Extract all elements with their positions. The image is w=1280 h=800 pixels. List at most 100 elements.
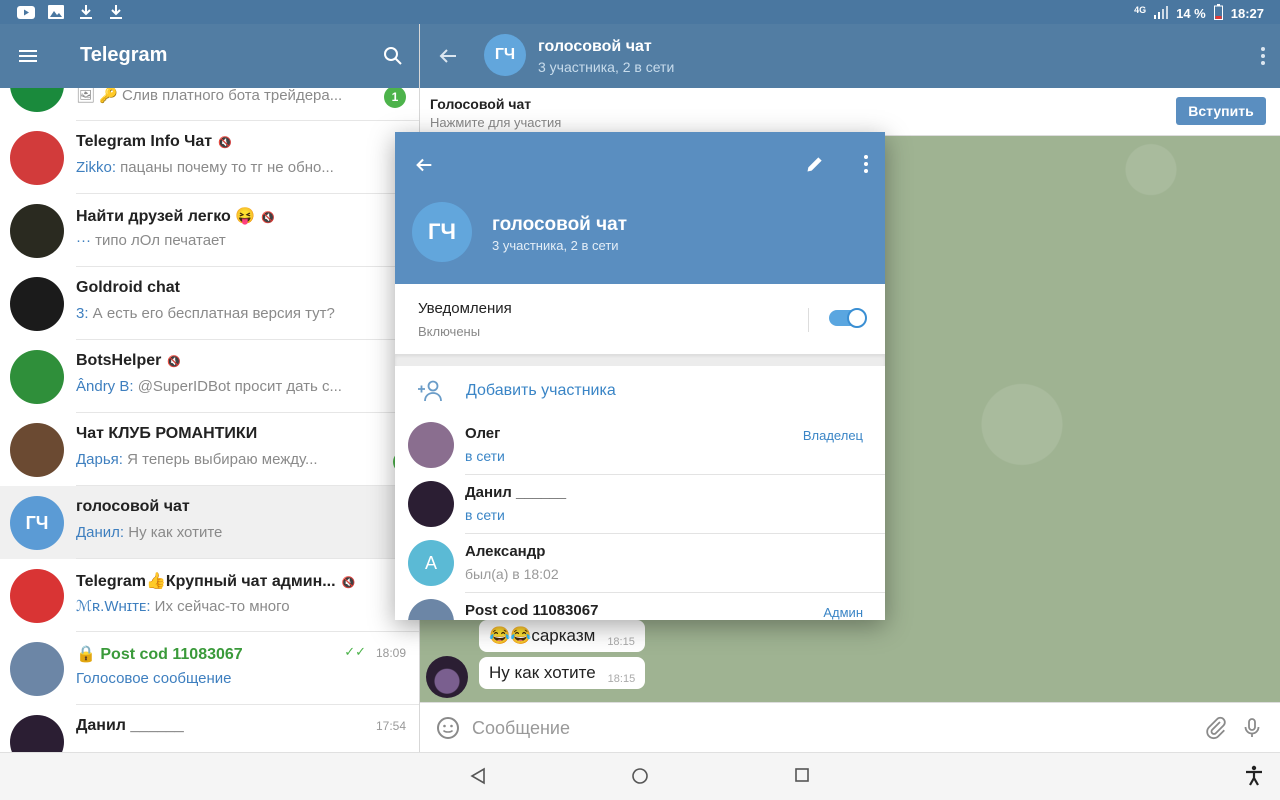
search-icon[interactable]: [381, 44, 405, 73]
chat-list-item[interactable]: Данил ______ 17:54: [0, 705, 419, 752]
message-time: 18:15: [607, 673, 636, 685]
chat-name-text: Данил ______: [76, 717, 184, 734]
chat-name: голосовой чат: [76, 498, 190, 516]
unread-badge: 1: [384, 88, 406, 108]
attach-icon[interactable]: [1204, 716, 1228, 745]
avatar[interactable]: [10, 277, 64, 331]
preview-text: Голосовое сообщение: [76, 670, 232, 687]
avatar[interactable]: [10, 131, 64, 185]
back-nav-icon[interactable]: [470, 767, 486, 790]
member-status: в сети: [465, 448, 505, 464]
muted-icon: 🔇: [167, 356, 182, 368]
section-divider: [395, 354, 885, 366]
member-role: Админ: [823, 605, 863, 620]
notifications-label: Уведомления: [418, 300, 512, 317]
message-bubble[interactable]: Ну как хотите 18:15: [479, 657, 646, 689]
add-member-button[interactable]: Добавить участника: [395, 366, 885, 416]
avatar[interactable]: [10, 88, 64, 112]
status-bar: 4G 14 % 18:27: [0, 0, 1280, 24]
recents-nav-icon[interactable]: [794, 767, 810, 788]
chat-list-item[interactable]: 🖼 🔑 Слив платного бота трейдера... 1: [0, 88, 419, 121]
avatar[interactable]: [10, 350, 64, 404]
muted-icon: 🔇: [261, 212, 275, 224]
muted-icon: 🔇: [341, 577, 356, 589]
battery-icon: [1213, 4, 1223, 23]
preview-sender: ℳʀ.Wʜɪᴛᴇ:: [76, 598, 151, 615]
message-time: 18:15: [607, 636, 635, 648]
group-avatar[interactable]: ГЧ: [412, 202, 472, 262]
chat-list-item[interactable]: 🔒 Post cod 11083067 Голосовое сообщение 18…: [0, 632, 419, 705]
chat-avatar[interactable]: ГЧ: [484, 34, 526, 76]
emoji-icon[interactable]: [436, 716, 460, 745]
chat-list-item[interactable]: Telegram Info Чат 🔇 Zikko: пацаны почему т…: [0, 121, 419, 194]
member-avatar[interactable]: А: [408, 540, 454, 586]
member-avatar[interactable]: [408, 422, 454, 468]
chat-name-text: Telegram👍Крупный чат админ...: [76, 573, 336, 590]
more-options-icon[interactable]: [863, 154, 869, 179]
divider: [808, 308, 809, 332]
member-row[interactable]: Данил ______ в сети: [395, 475, 885, 534]
chat-list-panel: Telegram 🖼 🔑 Слив платного бота трейдера…: [0, 24, 420, 752]
more-options-icon[interactable]: [1260, 46, 1266, 71]
sender-avatar[interactable]: [426, 656, 468, 698]
accessibility-icon[interactable]: [1243, 765, 1265, 792]
preview-sender: Zikko:: [76, 159, 117, 176]
chat-list-item[interactable]: Чат КЛУБ РОМАНТИКИ Дарья: Я теперь выбира…: [0, 413, 419, 486]
home-nav-icon[interactable]: [631, 767, 649, 790]
avatar[interactable]: [10, 423, 64, 477]
member-row[interactable]: Олег в сети Владелец: [395, 416, 885, 475]
avatar[interactable]: [10, 642, 64, 696]
member-row[interactable]: Post cod 11083067 Админ: [395, 593, 885, 620]
preview-text: Их сейчас-то много: [150, 598, 290, 615]
group-title: голосовой чат: [492, 214, 628, 235]
chat-name-text: Goldroid chat: [76, 279, 180, 296]
message-bubble[interactable]: 😂😂сарказм 18:15: [479, 620, 645, 652]
microphone-icon[interactable]: [1240, 716, 1264, 745]
chat-list-item[interactable]: ГЧголосовой чатДанил: Ну как хотите18:1: [0, 486, 419, 559]
chat-preview: Данил: Ну как хотите: [76, 524, 366, 541]
chat-name-text: Telegram Info Чат: [76, 133, 213, 150]
download-icon: [76, 4, 96, 20]
avatar[interactable]: ГЧ: [10, 496, 64, 550]
member-avatar[interactable]: [408, 599, 454, 620]
voice-chat-title: Голосовой чат: [430, 96, 532, 112]
voice-chat-bar[interactable]: Голосовой чат Нажмите для участия Вступи…: [420, 88, 1280, 136]
member-name: Олег: [465, 425, 501, 442]
avatar[interactable]: [10, 569, 64, 623]
message-text: Ну как хотите: [489, 663, 596, 682]
download-icon: [106, 4, 126, 20]
chat-list-item[interactable]: Telegram👍Крупный чат админ... 🔇 ℳʀ.Wʜɪᴛᴇ: …: [0, 559, 419, 632]
back-arrow-icon[interactable]: [413, 154, 435, 181]
voice-chat-subtitle: Нажмите для участия: [430, 115, 562, 130]
chat-time: 18:09: [375, 646, 406, 660]
member-row[interactable]: А Александр был(а) в 18:02: [395, 534, 885, 593]
preview-sender: Данил:: [76, 524, 125, 541]
member-avatar[interactable]: [408, 481, 454, 527]
chat-name: Telegram Info Чат 🔇: [76, 133, 232, 151]
join-voice-chat-button[interactable]: Вступить: [1176, 97, 1266, 125]
hamburger-menu-icon[interactable]: [16, 44, 40, 73]
avatar[interactable]: [10, 204, 64, 258]
chat-time: 17:54: [375, 719, 406, 733]
back-arrow-icon[interactable]: [436, 44, 460, 73]
system-navigation-bar: [0, 752, 1280, 800]
youtube-icon: [16, 4, 36, 20]
muted-icon: 🔇: [218, 137, 232, 149]
group-info-dialog: ГЧ голосовой чат 3 участника, 2 в сети У…: [395, 132, 885, 620]
avatar[interactable]: [10, 715, 64, 752]
chat-name: 🔒 Post cod 11083067: [76, 644, 243, 664]
chat-list-item[interactable]: Найти друзей легко 😝 🔇 ··· типо лОл печата…: [0, 194, 419, 267]
chat-name: Goldroid chat: [76, 279, 180, 297]
preview-sender: 3:: [76, 305, 89, 322]
chat-title[interactable]: голосовой чат: [538, 38, 652, 56]
message-input[interactable]: Сообщение: [472, 718, 570, 739]
chat-list-item[interactable]: BotsHelper 🔇 Ândry B: @SuperIDBot просит д…: [0, 340, 419, 413]
pencil-icon[interactable]: [805, 154, 825, 179]
chat-list: 🖼 🔑 Слив платного бота трейдера... 1 Teleg…: [0, 88, 419, 752]
notifications-toggle[interactable]: [829, 308, 867, 328]
chat-name: Чат КЛУБ РОМАНТИКИ: [76, 425, 257, 443]
chat-list-item[interactable]: Goldroid chat 3: А есть его бесплатная ве…: [0, 267, 419, 340]
preview-text: Ну как хотите: [124, 524, 223, 541]
preview-sender: Ândry B:: [76, 378, 134, 395]
notifications-row[interactable]: Уведомления Включены: [395, 284, 885, 354]
